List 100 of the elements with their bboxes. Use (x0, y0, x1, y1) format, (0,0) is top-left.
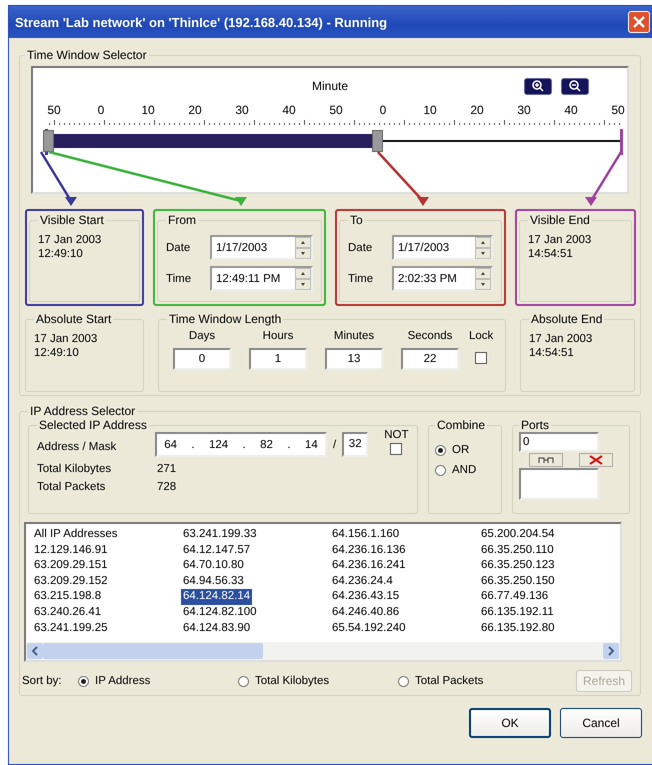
tick-label: 20 (188, 103, 202, 117)
list-item[interactable]: 64.156.1.160 (330, 527, 402, 543)
add-port-button[interactable] (529, 453, 563, 467)
list-item[interactable]: 66.135.192.11 (479, 604, 556, 621)
number-field[interactable]: 22 (401, 348, 459, 370)
date-text: 17 Jan 2003 (34, 332, 98, 346)
date-text: 17 Jan 2003 (38, 233, 102, 247)
stat-value: 728 (157, 481, 176, 493)
tick-label: 40 (282, 103, 296, 117)
not-checkbox[interactable] (390, 442, 402, 454)
tick-label: 0 (380, 103, 386, 117)
list-item[interactable]: 64.12.147.57 (181, 542, 252, 558)
list-item[interactable]: 63.240.26.41 (32, 604, 104, 621)
list-item[interactable]: 65.54.192.240 (330, 620, 408, 636)
lock-checkbox[interactable] (475, 352, 488, 364)
list-item[interactable]: 63.215.198.8 (32, 589, 104, 605)
number-field[interactable]: 1 (249, 348, 307, 370)
list-item[interactable]: 64.236.43.15 (330, 589, 402, 605)
field-label: Minutes (334, 330, 374, 342)
list-item[interactable]: 64.124.82.14 (181, 589, 252, 605)
scrollbar-thumb[interactable] (43, 643, 263, 659)
list-item[interactable]: 64.236.16.136 (330, 542, 408, 558)
dialog-button[interactable]: OK (469, 708, 551, 738)
horizontal-scrollbar[interactable] (26, 642, 620, 660)
group-legend: From (166, 213, 198, 227)
list-item[interactable]: 64.70.10.80 (181, 558, 246, 574)
connector-arrow (585, 151, 622, 206)
group-legend: To (348, 213, 365, 227)
group-legend: Selected IP Address (37, 418, 149, 432)
list-item[interactable]: 63.209.29.152 (32, 574, 110, 590)
axis-label: Minute (312, 79, 348, 93)
group-legend: Absolute End (529, 312, 604, 326)
number-field[interactable]: 0 (173, 348, 231, 370)
list-item[interactable]: 64.94.56.33 (181, 574, 246, 590)
list-item[interactable]: 63.209.29.151 (32, 558, 110, 574)
tick-label: 10 (141, 103, 155, 117)
field-label: Hours (262, 330, 294, 342)
group-legend: Absolute Start (34, 312, 114, 326)
scroll-left-icon[interactable] (27, 643, 43, 659)
radio-option[interactable]: IP Address (78, 675, 238, 687)
list-item[interactable]: 12.129.146.91 (32, 542, 110, 558)
list-item[interactable]: 63.241.199.25 (32, 620, 110, 636)
list-item[interactable]: All IP Addresses (32, 527, 120, 543)
list-item[interactable]: 66.35.250.123 (479, 558, 557, 574)
port-list[interactable] (519, 468, 599, 500)
date-spin-field[interactable]: 1/17/2003 (210, 235, 313, 260)
radio-option[interactable]: Total Kilobytes (238, 675, 398, 687)
scroll-right-icon[interactable] (603, 643, 619, 659)
list-item[interactable]: 66.135.192.80 (479, 620, 557, 636)
time-spin-field[interactable]: 12:49:11 PM (210, 266, 313, 291)
mask-field[interactable]: 32 (342, 432, 368, 457)
port-field[interactable]: 0 (519, 432, 599, 452)
zoom-out-button[interactable] (561, 78, 589, 94)
list-item[interactable]: 64.236.24.4 (330, 574, 395, 590)
delete-port-button[interactable] (579, 453, 613, 467)
date-text: 17 Jan 2003 (528, 233, 592, 247)
close-button[interactable] (628, 11, 650, 33)
tick-label: 30 (235, 103, 249, 117)
spin-arrows-icon (295, 268, 311, 290)
list-item[interactable]: 64.124.83.90 (181, 620, 252, 636)
group-legend: Visible Start (38, 213, 106, 227)
tick-label: 40 (564, 103, 578, 117)
list-item[interactable]: 66.35.250.110 (479, 542, 556, 558)
stat-label: Total Packets (37, 481, 106, 493)
list-item[interactable]: 63.241.199.33 (181, 527, 259, 543)
time-spin-field[interactable]: 2:02:33 PM (392, 266, 493, 291)
list-item[interactable]: 66.35.250.150 (479, 574, 557, 590)
zoom-in-button[interactable] (524, 78, 552, 94)
slider-handle[interactable] (372, 130, 383, 152)
radio-option[interactable]: OR (435, 444, 495, 456)
list-item[interactable]: 66.77.49.136 (479, 589, 550, 605)
window-title: Stream 'Lab network' on 'ThinIce' (192.168.40.134) - Running (15, 14, 388, 30)
ip-address-field[interactable]: 64 . 124 . 82 . 14 (155, 432, 327, 457)
checkbox-label: Lock (469, 330, 494, 342)
dialog-button[interactable]: Cancel (560, 708, 642, 738)
checkbox-label: NOT (384, 428, 408, 440)
radio-option[interactable]: AND (435, 464, 495, 476)
field-label: Address / Mask (37, 440, 118, 452)
time-text: 14:54:51 (529, 346, 575, 360)
stat-label: Total Kilobytes (37, 463, 112, 475)
date-spin-field[interactable]: 1/17/2003 (392, 235, 493, 260)
field-label: Date (348, 242, 374, 254)
field-label: Days (188, 330, 216, 342)
list-item[interactable]: 64.246.40.86 (330, 604, 402, 621)
field-label: Date (166, 242, 192, 254)
group-legend: Time Window Length (167, 312, 284, 326)
radio-option[interactable]: Total Packets (398, 675, 558, 687)
add-icon (538, 456, 554, 464)
list-item[interactable]: 64.124.82.100 (181, 604, 259, 621)
number-field[interactable]: 13 (325, 348, 383, 370)
group-legend: Ports (519, 418, 552, 432)
slider-handle[interactable] (43, 130, 54, 152)
list-item[interactable]: 64.236.16.241 (330, 558, 408, 574)
zoom-out-icon (568, 80, 582, 92)
tick-label: 50 (329, 103, 343, 117)
field-label: Seconds (408, 330, 452, 342)
field-label: Time (166, 272, 192, 284)
list-item[interactable]: 65.200.204.54 (479, 527, 557, 543)
spin-arrows-icon (475, 236, 491, 258)
connector-arrow (376, 151, 429, 206)
